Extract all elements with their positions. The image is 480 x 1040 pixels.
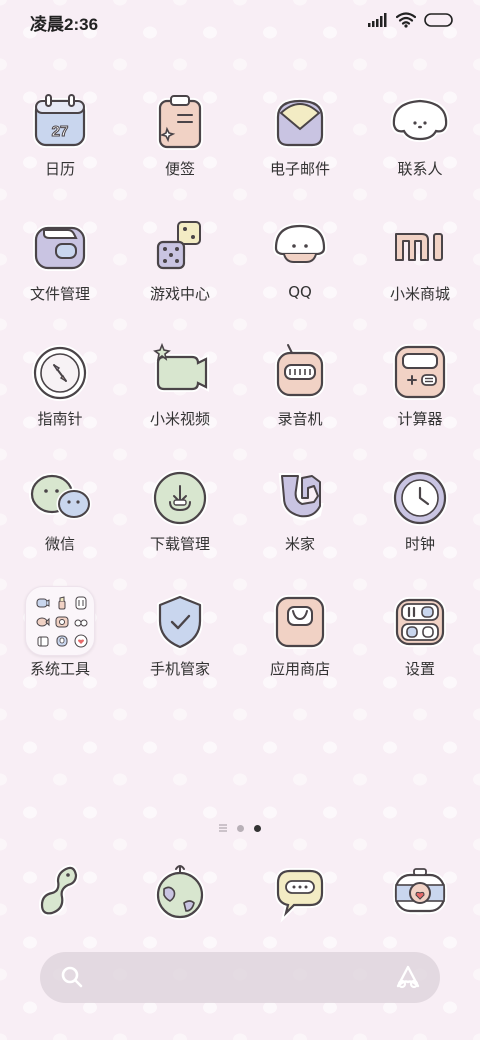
dock-phone[interactable] <box>0 856 120 936</box>
page-dot[interactable] <box>237 824 244 832</box>
app-clock[interactable]: 时钟 <box>360 461 480 586</box>
clock-icon <box>385 461 455 531</box>
app-label: 时钟 <box>404 535 435 553</box>
mini-mic-icon <box>56 635 68 647</box>
app-label: 计算器 <box>397 410 443 428</box>
app-qq[interactable]: QQ <box>240 211 360 336</box>
app-label: 小米商城 <box>389 285 450 303</box>
settings-icon <box>385 586 455 656</box>
recorder-icon <box>265 336 335 406</box>
app-app-store[interactable]: 应用商店 <box>240 586 360 711</box>
app-label: 设置 <box>404 660 435 678</box>
app-file-manager[interactable]: 文件管理 <box>0 211 120 336</box>
mi-store-icon <box>385 211 455 281</box>
app-label: 录音机 <box>277 410 323 428</box>
app-label: 下载管理 <box>149 535 210 553</box>
mini-video-icon <box>36 598 50 608</box>
dock-camera[interactable] <box>360 856 480 936</box>
app-label: 微信 <box>44 535 75 553</box>
mini-photo-icon <box>55 616 69 628</box>
browser-icon <box>145 856 215 926</box>
app-label: 应用商店 <box>269 660 330 678</box>
search-icon[interactable] <box>60 965 84 989</box>
app-label: 电子邮件 <box>269 160 330 178</box>
app-label: 指南针 <box>37 410 83 428</box>
page-dot-active[interactable] <box>254 824 261 832</box>
mini-heart-icon <box>74 634 88 648</box>
qq-icon <box>265 211 335 281</box>
system-tools-folder-icon <box>25 586 95 656</box>
status-time: 凌晨2:36 <box>30 15 99 34</box>
mini-glasses-icon <box>74 619 88 627</box>
app-label: 日历 <box>44 160 75 178</box>
dock-browser[interactable] <box>120 856 240 936</box>
camera-icon <box>385 856 455 926</box>
app-store-icon <box>265 586 335 656</box>
app-calculator[interactable]: 计算器 <box>360 336 480 461</box>
app-grid: 27 日历 便签 电子邮件 联系人 文件管理 游戏中心 QQ 小米商城 指南针 … <box>0 86 480 711</box>
status-icons <box>368 12 454 28</box>
app-download[interactable]: 下载管理 <box>120 461 240 586</box>
app-calendar[interactable]: 27 日历 <box>0 86 120 211</box>
app-security[interactable]: 手机管家 <box>120 586 240 711</box>
app-label: 米家 <box>284 535 315 553</box>
search-bar[interactable] <box>40 952 440 1003</box>
app-label: 系统工具 <box>29 660 90 678</box>
app-label: 联系人 <box>397 160 443 178</box>
security-icon <box>145 586 215 656</box>
page-indicator[interactable] <box>0 824 480 832</box>
app-label: 手机管家 <box>149 660 210 678</box>
app-wechat[interactable]: 微信 <box>0 461 120 586</box>
app-label: 小米视频 <box>149 410 210 428</box>
app-contacts[interactable]: 联系人 <box>360 86 480 211</box>
page-list-icon <box>219 824 227 832</box>
email-icon <box>265 86 335 156</box>
app-email[interactable]: 电子邮件 <box>240 86 360 211</box>
mini-fish-icon <box>36 617 50 627</box>
battery-icon <box>424 13 453 27</box>
notes-icon <box>145 86 215 156</box>
mini-lipstick-icon <box>58 596 66 610</box>
app-compass[interactable]: 指南针 <box>0 336 120 461</box>
app-settings[interactable]: 设置 <box>360 586 480 711</box>
calculator-icon <box>385 336 455 406</box>
app-recorder[interactable]: 录音机 <box>240 336 360 461</box>
mini-sim-icon <box>75 596 87 610</box>
game-center-icon <box>145 211 215 281</box>
calendar-day: 27 <box>52 123 69 140</box>
assistant-icon[interactable] <box>394 964 422 990</box>
dock-messages[interactable] <box>240 856 360 936</box>
wifi-icon <box>396 12 416 28</box>
phone-icon <box>25 856 95 926</box>
compass-icon <box>25 336 95 406</box>
status-bar: 凌晨2:36 <box>0 0 480 44</box>
app-game-center[interactable]: 游戏中心 <box>120 211 240 336</box>
app-label: QQ <box>288 283 312 301</box>
app-mijia[interactable]: 米家 <box>240 461 360 586</box>
app-video[interactable]: 小米视频 <box>120 336 240 461</box>
mijia-icon <box>265 461 335 531</box>
app-mi-store[interactable]: 小米商城 <box>360 211 480 336</box>
messages-icon <box>265 856 335 926</box>
file-manager-icon <box>25 211 95 281</box>
contacts-icon <box>385 86 455 156</box>
video-icon <box>145 336 215 406</box>
app-notes[interactable]: 便签 <box>120 86 240 211</box>
signal-icon <box>368 13 387 27</box>
folder-system-tools[interactable]: 系统工具 <box>0 586 120 711</box>
mini-tool-icon <box>37 636 49 647</box>
app-label: 文件管理 <box>29 285 90 303</box>
dock <box>0 856 480 936</box>
download-icon <box>145 461 215 531</box>
app-label: 游戏中心 <box>149 285 210 303</box>
wechat-icon <box>25 461 95 531</box>
app-label: 便签 <box>164 160 195 178</box>
calendar-icon: 27 <box>25 86 95 156</box>
